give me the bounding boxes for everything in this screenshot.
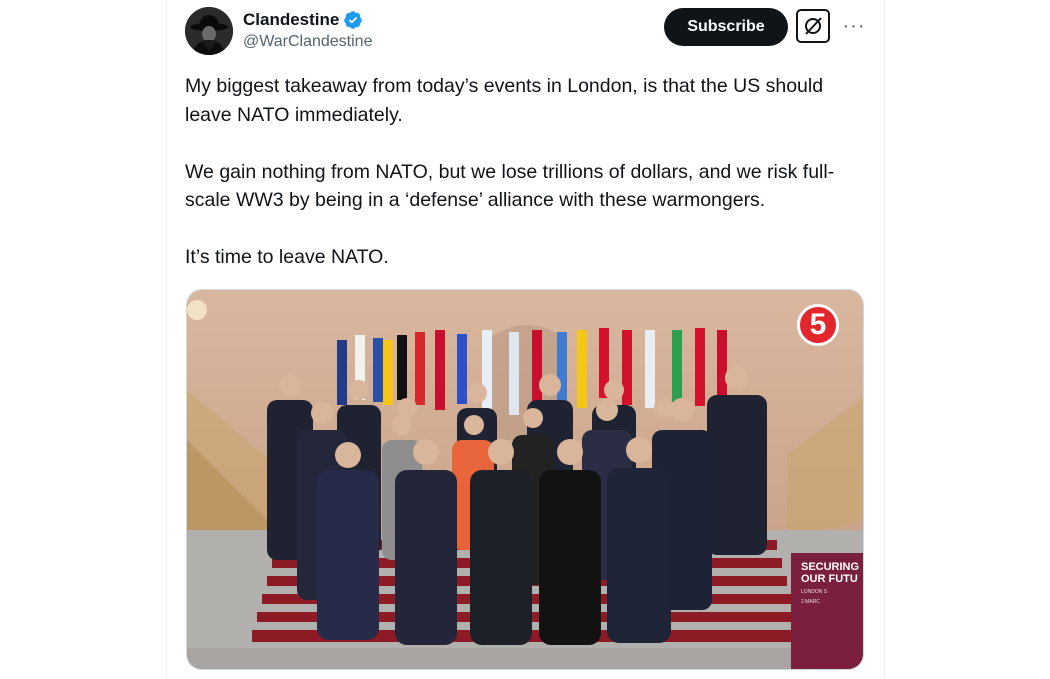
banner-small-2: 2 MARC: [801, 599, 820, 605]
author-handle[interactable]: @WarClandestine: [243, 33, 372, 51]
avatar[interactable]: [185, 7, 233, 55]
tweet-paragraph-2: We gain nothing from NATO, but we lose t…: [185, 160, 835, 212]
timeline-border-right: [884, 0, 885, 679]
banner-line-2: OUR FUTU: [801, 573, 858, 585]
subscribe-button[interactable]: Subscribe: [664, 8, 788, 46]
media-video[interactable]: 5 SECURING OUR FUTU LONDON S 2 MARC: [186, 289, 864, 670]
verified-badge-icon: [343, 10, 363, 30]
tweet-paragraph-3: It’s time to leave NATO.: [185, 246, 389, 268]
author-block: Clandestine @WarClandestine: [243, 9, 372, 51]
grok-icon: [805, 17, 822, 35]
author-name[interactable]: Clandestine: [243, 10, 339, 30]
post: Clandestine @WarClandestine Subscribe ··…: [166, 0, 884, 679]
author-name-row[interactable]: Clandestine: [243, 9, 372, 31]
channel-5-logo: 5: [797, 304, 839, 346]
avatar-image: [185, 7, 233, 55]
tweet-paragraph-1: My biggest takeaway from today’s events …: [185, 75, 824, 126]
more-options-icon[interactable]: ···: [840, 12, 868, 40]
banner-small-1: LONDON S: [801, 589, 828, 595]
summit-banner: SECURING OUR FUTU LONDON S 2 MARC: [791, 553, 863, 669]
page: Clandestine @WarClandestine Subscribe ··…: [0, 0, 1050, 679]
banner-line-1: SECURING: [801, 561, 860, 573]
summit-photo: [187, 290, 863, 669]
grok-button[interactable]: [796, 9, 830, 43]
tweet-text: My biggest takeaway from today’s events …: [185, 72, 865, 300]
